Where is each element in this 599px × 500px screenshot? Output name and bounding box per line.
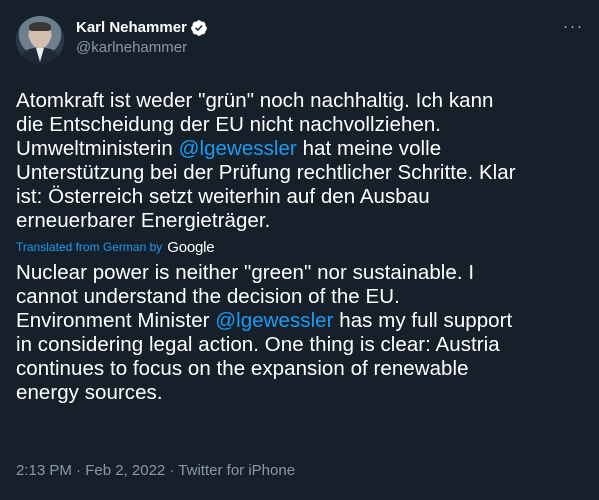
text-segment: in considering legal action. One thing i… — [16, 333, 500, 356]
text-line: ist: Österreich setzt weiterhin auf den … — [16, 185, 583, 209]
text-segment: hat meine volle — [296, 137, 442, 160]
text-segment: Unterstützung bei der Prüfung rechtliche… — [16, 161, 516, 184]
text-line: erneuerbarer Energieträger. — [16, 209, 583, 233]
text-segment: Nuclear power is neither "green" nor sus… — [16, 261, 475, 284]
text-line: Nuclear power is neither "green" nor sus… — [16, 261, 583, 285]
text-line: cannot understand the decision of the EU… — [16, 285, 583, 309]
text-segment: cannot understand the decision of the EU… — [16, 285, 400, 308]
text-segment: continues to focus on the expansion of r… — [16, 357, 469, 380]
text-segment: Atomkraft ist weder "grün" noch nachhalt… — [16, 89, 494, 112]
translated-tweet-text: Nuclear power is neither "green" nor sus… — [16, 261, 583, 405]
text-segment: die Entscheidung der EU nicht nachvollzi… — [16, 113, 442, 136]
tweet-header: Karl Nehammer @karlnehammer ··· — [16, 16, 583, 64]
text-line: energy sources. — [16, 381, 583, 405]
translated-from-label[interactable]: Translated from German by — [16, 240, 162, 254]
google-logo: Google — [167, 238, 215, 256]
text-line: continues to focus on the expansion of r… — [16, 357, 583, 381]
avatar[interactable] — [16, 16, 64, 64]
text-segment: has my full support — [333, 309, 513, 332]
text-line: Umweltministerin @lgewessler hat meine v… — [16, 137, 583, 161]
tweet: Karl Nehammer @karlnehammer ··· Atomkraf… — [0, 0, 599, 500]
text-line: die Entscheidung der EU nicht nachvollzi… — [16, 113, 583, 137]
author-handle[interactable]: @karlnehammer — [76, 38, 559, 58]
tweet-timestamp[interactable]: 2:13 PM · Feb 2, 2022 · Twitter for iPho… — [16, 462, 295, 479]
verified-badge-icon — [190, 19, 208, 37]
text-segment: Umweltministerin — [16, 137, 179, 160]
text-line: Atomkraft ist weder "grün" noch nachhalt… — [16, 89, 583, 113]
text-line: Environment Minister @lgewessler has my … — [16, 309, 583, 333]
tweet-text: Atomkraft ist weder "grün" noch nachhalt… — [16, 89, 583, 233]
more-options-icon[interactable]: ··· — [559, 16, 587, 36]
mention-link[interactable]: @lgewessler — [215, 309, 333, 332]
text-segment: energy sources. — [16, 381, 163, 404]
text-segment: erneuerbarer Energieträger. — [16, 209, 271, 232]
mention-link[interactable]: @lgewessler — [179, 137, 297, 160]
text-line: in considering legal action. One thing i… — [16, 333, 583, 357]
author-display-name[interactable]: Karl Nehammer — [76, 18, 187, 38]
text-segment: ist: Österreich setzt weiterhin auf den … — [16, 185, 430, 208]
translation-attribution: Translated from German by Google — [16, 237, 583, 257]
text-segment: Environment Minister — [16, 309, 216, 332]
text-line: Unterstützung bei der Prüfung rechtliche… — [16, 161, 583, 185]
author-info: Karl Nehammer @karlnehammer — [76, 16, 559, 58]
